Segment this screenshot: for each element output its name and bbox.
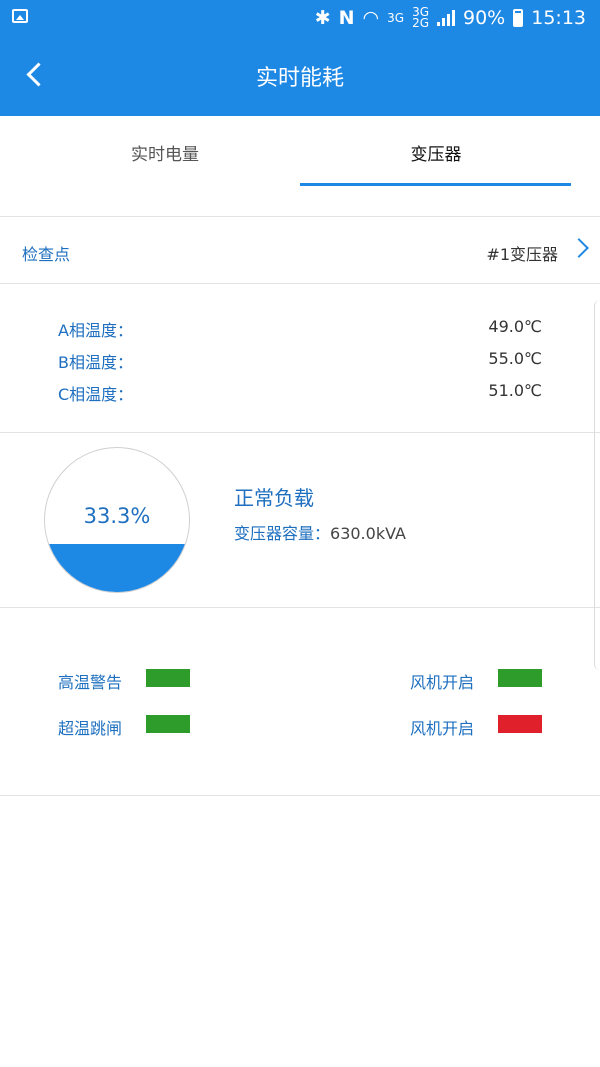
temperature-value: 51.0℃	[488, 381, 542, 400]
temperature-label: B相温度：	[58, 353, 133, 372]
alarm-label: 超温跳闸	[58, 719, 123, 738]
tab-transformer[interactable]: 变压器	[286, 140, 586, 165]
load-status: 正常负载	[234, 486, 314, 510]
alarm-indicator	[146, 669, 190, 687]
load-percent: 33.3%	[83, 504, 151, 528]
temperature-label: A相温度：	[58, 321, 133, 340]
battery-percent: 90%	[463, 7, 506, 29]
bluetooth-icon: ✱	[314, 7, 331, 29]
network-type-1: 3G	[387, 10, 405, 25]
active-tab-indicator	[300, 183, 571, 186]
alarm-indicator	[146, 715, 190, 733]
battery-icon	[513, 9, 524, 27]
app-bar: 实时能耗	[0, 36, 600, 116]
alarm-label: 风机开启	[410, 673, 475, 692]
signal-icon	[437, 10, 455, 26]
checkpoint-row[interactable]: 检查点 #1变压器	[0, 216, 600, 284]
temperature-section: A相温度： 49.0℃ B相温度： 55.0℃ C相温度： 51.0℃	[0, 284, 600, 433]
capacity-label: 变压器容量：	[234, 524, 331, 543]
clock: 15:13	[531, 7, 586, 29]
transformer-capacity: 变压器容量：630.0kVA	[234, 520, 406, 544]
alarm-indicator	[498, 669, 542, 687]
alarm-label: 高温警告	[58, 673, 123, 692]
alarm-label: 风机开启	[410, 719, 475, 738]
load-gauge: 33.3%	[44, 447, 190, 593]
temperature-row-c: C相温度： 51.0℃	[0, 381, 600, 411]
temperature-row-b: B相温度： 55.0℃	[0, 349, 600, 379]
chevron-right-icon	[569, 238, 589, 258]
status-icons: ✱ N ◠ 3G 3G 2G 90% 15:13	[315, 4, 586, 32]
scroll-edge	[594, 300, 600, 670]
temperature-value: 55.0℃	[488, 349, 542, 368]
tab-bar: 实时电量 变压器	[0, 116, 600, 188]
checkpoint-label: 检查点	[22, 245, 71, 264]
tab-realtime-power[interactable]: 实时电量	[15, 140, 315, 165]
temperature-row-a: A相温度： 49.0℃	[0, 317, 600, 347]
page-title: 实时能耗	[255, 66, 344, 91]
status-bar: ✱ N ◠ 3G 3G 2G 90% 15:13	[0, 0, 600, 36]
nfc-icon: N	[338, 7, 355, 29]
network-type-2: 3G 2G	[412, 5, 429, 30]
alarm-row: 高温警告 风机开启	[0, 669, 600, 699]
capacity-value: 630.0kVA	[330, 524, 406, 543]
temperature-label: C相温度：	[58, 385, 134, 404]
load-gauge-fill	[45, 544, 189, 592]
load-section: 33.3% 正常负载 变压器容量：630.0kVA	[0, 432, 600, 608]
alarm-section: 高温警告 风机开启 超温跳闸 风机开启	[0, 607, 600, 796]
alarm-row: 超温跳闸 风机开启	[0, 715, 600, 745]
wifi-icon: ◠	[362, 7, 380, 29]
checkpoint-value: #1变压器	[486, 245, 558, 264]
image-icon	[12, 9, 28, 23]
alarm-indicator	[498, 715, 542, 733]
temperature-value: 49.0℃	[488, 317, 542, 336]
